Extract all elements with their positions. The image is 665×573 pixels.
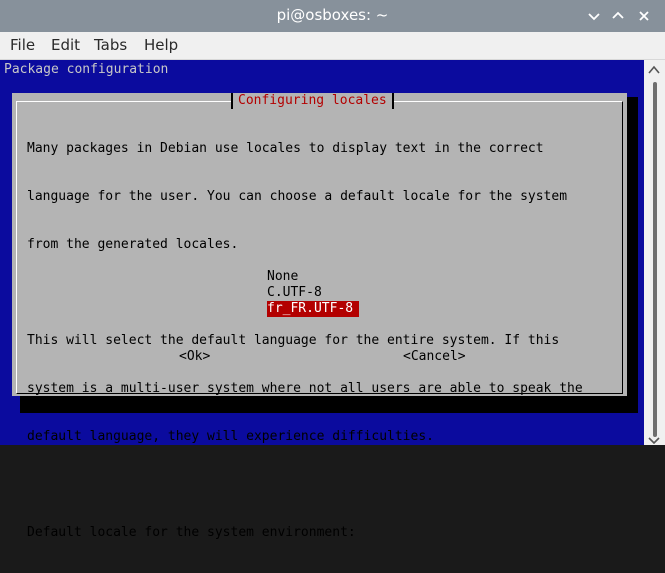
- locale-options-list: None C.UTF-8 fr_FR.UTF-8: [267, 269, 360, 317]
- locale-option-c-utf8[interactable]: C.UTF-8: [267, 285, 359, 301]
- dialog-text-line: This will select the default language fo…: [27, 333, 560, 348]
- menu-help[interactable]: Help: [144, 36, 178, 54]
- locale-option-none[interactable]: None: [267, 269, 359, 285]
- window-title: pi@osboxes: ~: [276, 6, 389, 24]
- locale-option-fr-fr-utf8[interactable]: fr_FR.UTF-8: [267, 301, 360, 317]
- scroll-down-arrow-icon[interactable]: [647, 436, 661, 444]
- configuring-locales-dialog: Configuring locales Many packages in Deb…: [12, 93, 627, 540]
- maximize-button[interactable]: [610, 8, 626, 24]
- chevron-down-icon: [588, 13, 600, 21]
- package-configuration-header: Package configuration: [4, 62, 169, 77]
- dialog-title: Configuring locales: [231, 93, 394, 109]
- cancel-button[interactable]: <Cancel>: [403, 349, 466, 364]
- dialog-description: Many packages in Debian use locales to d…: [27, 109, 583, 573]
- dialog-text-line: system is a multi-user system where not …: [27, 381, 583, 396]
- dialog-text-line: from the generated locales.: [27, 237, 239, 252]
- menu-file[interactable]: File: [10, 36, 35, 54]
- dialog-text-line: [27, 477, 583, 493]
- menu-tabs[interactable]: Tabs: [94, 36, 127, 54]
- terminal-area[interactable]: Package configuration Configuring locale…: [0, 60, 644, 540]
- scroll-up-arrow-icon[interactable]: [647, 64, 661, 76]
- ok-button[interactable]: <Ok>: [179, 349, 210, 364]
- menu-bar: File Edit Tabs Help: [0, 32, 665, 60]
- dialog-text-line: Default locale for the system environmen…: [27, 525, 356, 540]
- minimize-button[interactable]: [586, 8, 602, 24]
- menu-edit[interactable]: Edit: [51, 36, 80, 54]
- terminal-scrollbar[interactable]: [644, 60, 665, 445]
- close-button[interactable]: [636, 8, 652, 24]
- close-icon: [639, 11, 649, 21]
- chevron-up-icon: [612, 11, 624, 19]
- dialog-text-line: default language, they will experience d…: [27, 429, 434, 444]
- scrollbar-thumb[interactable]: [653, 82, 657, 437]
- window-titlebar[interactable]: pi@osboxes: ~: [0, 0, 665, 32]
- dialog-text-line: Many packages in Debian use locales to d…: [27, 141, 544, 156]
- dialog-text-line: language for the user. You can choose a …: [27, 189, 568, 204]
